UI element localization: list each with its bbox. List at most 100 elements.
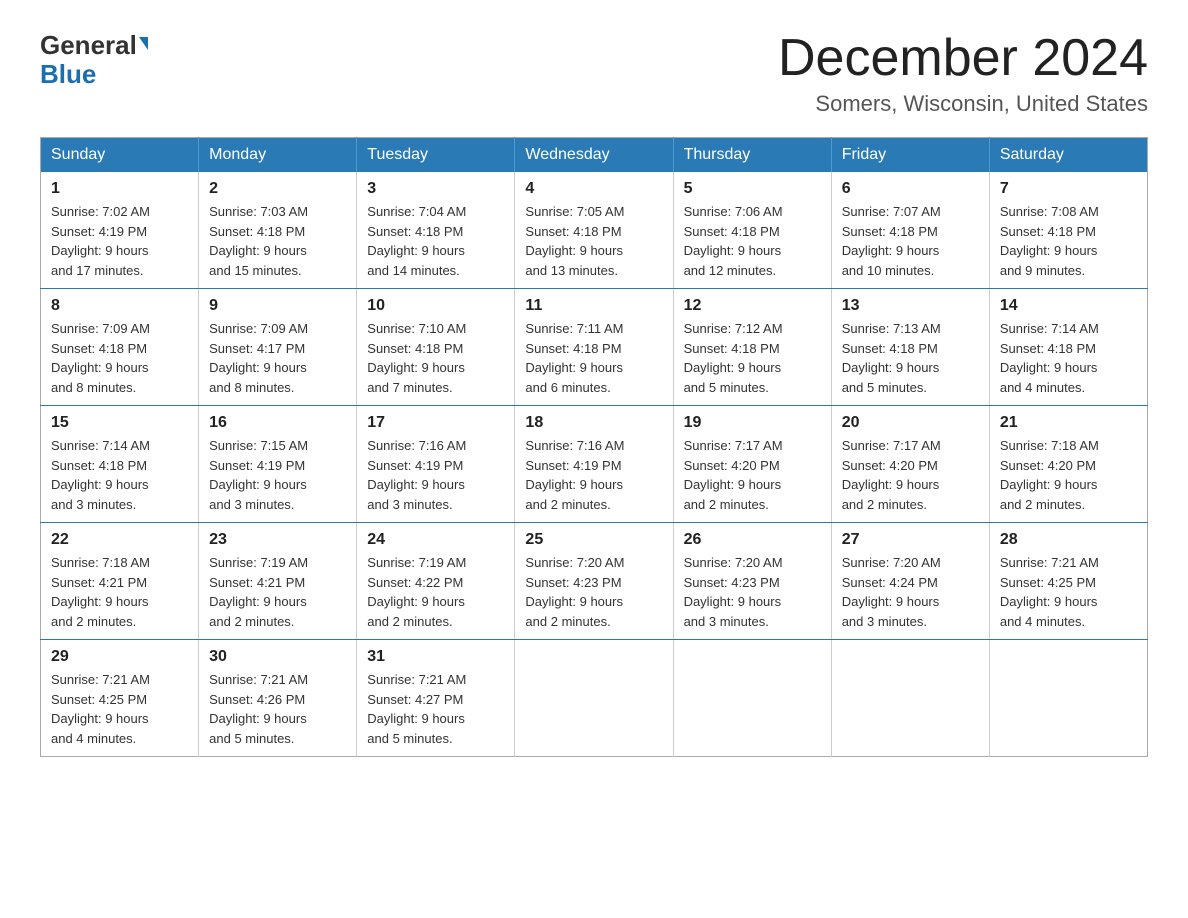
day-number: 25 (525, 531, 662, 549)
day-number: 20 (842, 414, 979, 432)
day-number: 23 (209, 531, 346, 549)
weekday-header-row: SundayMondayTuesdayWednesdayThursdayFrid… (41, 138, 1148, 173)
logo-triangle-icon (139, 37, 148, 50)
day-info: Sunrise: 7:21 AMSunset: 4:25 PMDaylight:… (51, 670, 188, 748)
calendar-cell: 28Sunrise: 7:21 AMSunset: 4:25 PMDayligh… (989, 523, 1147, 640)
day-number: 29 (51, 648, 188, 666)
day-number: 9 (209, 297, 346, 315)
day-number: 8 (51, 297, 188, 315)
weekday-header-tuesday: Tuesday (357, 138, 515, 173)
day-info: Sunrise: 7:08 AMSunset: 4:18 PMDaylight:… (1000, 202, 1137, 280)
day-info: Sunrise: 7:03 AMSunset: 4:18 PMDaylight:… (209, 202, 346, 280)
calendar-cell: 17Sunrise: 7:16 AMSunset: 4:19 PMDayligh… (357, 406, 515, 523)
weekday-header-sunday: Sunday (41, 138, 199, 173)
weekday-header-wednesday: Wednesday (515, 138, 673, 173)
day-info: Sunrise: 7:18 AMSunset: 4:20 PMDaylight:… (1000, 436, 1137, 514)
calendar-week-row: 1 Sunrise: 7:02 AMSunset: 4:19 PMDaylight… (41, 172, 1148, 289)
calendar-cell: 18Sunrise: 7:16 AMSunset: 4:19 PMDayligh… (515, 406, 673, 523)
day-number: 7 (1000, 180, 1137, 198)
calendar-cell: 14Sunrise: 7:14 AMSunset: 4:18 PMDayligh… (989, 289, 1147, 406)
day-number: 13 (842, 297, 979, 315)
logo-general-text: General (40, 30, 137, 61)
day-info: Sunrise: 7:15 AMSunset: 4:19 PMDaylight:… (209, 436, 346, 514)
calendar-cell: 10Sunrise: 7:10 AMSunset: 4:18 PMDayligh… (357, 289, 515, 406)
calendar-cell: 22 Sunrise: 7:18 AMSunset: 4:21 PMDayligh… (41, 523, 199, 640)
day-number: 16 (209, 414, 346, 432)
day-info: Sunrise: 7:02 AMSunset: 4:19 PMDaylight:… (51, 202, 188, 280)
calendar-cell: 7 Sunrise: 7:08 AMSunset: 4:18 PMDaylight… (989, 172, 1147, 289)
day-info: Sunrise: 7:20 AMSunset: 4:23 PMDaylight:… (525, 553, 662, 631)
day-number: 21 (1000, 414, 1137, 432)
day-info: Sunrise: 7:17 AMSunset: 4:20 PMDaylight:… (684, 436, 821, 514)
calendar-cell: 26 Sunrise: 7:20 AMSunset: 4:23 PMDayligh… (673, 523, 831, 640)
day-number: 3 (367, 180, 504, 198)
calendar-cell: 27 Sunrise: 7:20 AMSunset: 4:24 PMDayligh… (831, 523, 989, 640)
calendar-cell: 31Sunrise: 7:21 AMSunset: 4:27 PMDayligh… (357, 640, 515, 757)
day-info: Sunrise: 7:20 AMSunset: 4:23 PMDaylight:… (684, 553, 821, 631)
calendar-cell: 3Sunrise: 7:04 AMSunset: 4:18 PMDaylight… (357, 172, 515, 289)
month-year-title: December 2024 (778, 30, 1148, 87)
logo-blue-text: Blue (40, 59, 96, 90)
calendar-cell: 20 Sunrise: 7:17 AMSunset: 4:20 PMDayligh… (831, 406, 989, 523)
calendar-cell (673, 640, 831, 757)
day-info: Sunrise: 7:18 AMSunset: 4:21 PMDaylight:… (51, 553, 188, 631)
calendar-cell: 1 Sunrise: 7:02 AMSunset: 4:19 PMDaylight… (41, 172, 199, 289)
calendar-cell (831, 640, 989, 757)
calendar-cell: 24 Sunrise: 7:19 AMSunset: 4:22 PMDayligh… (357, 523, 515, 640)
weekday-header-friday: Friday (831, 138, 989, 173)
day-info: Sunrise: 7:14 AMSunset: 4:18 PMDaylight:… (51, 436, 188, 514)
calendar-cell: 12 Sunrise: 7:12 AMSunset: 4:18 PMDayligh… (673, 289, 831, 406)
day-info: Sunrise: 7:19 AMSunset: 4:22 PMDaylight:… (367, 553, 504, 631)
weekday-header-thursday: Thursday (673, 138, 831, 173)
day-info: Sunrise: 7:17 AMSunset: 4:20 PMDaylight:… (842, 436, 979, 514)
day-info: Sunrise: 7:20 AMSunset: 4:24 PMDaylight:… (842, 553, 979, 631)
day-info: Sunrise: 7:21 AMSunset: 4:26 PMDaylight:… (209, 670, 346, 748)
title-block: December 2024 Somers, Wisconsin, United … (778, 30, 1148, 117)
calendar-cell: 5Sunrise: 7:06 AMSunset: 4:18 PMDaylight… (673, 172, 831, 289)
calendar-cell: 19 Sunrise: 7:17 AMSunset: 4:20 PMDayligh… (673, 406, 831, 523)
weekday-header-saturday: Saturday (989, 138, 1147, 173)
calendar-cell: 15 Sunrise: 7:14 AMSunset: 4:18 PMDayligh… (41, 406, 199, 523)
day-number: 10 (367, 297, 504, 315)
calendar-cell: 6Sunrise: 7:07 AMSunset: 4:18 PMDaylight… (831, 172, 989, 289)
day-number: 15 (51, 414, 188, 432)
day-info: Sunrise: 7:19 AMSunset: 4:21 PMDaylight:… (209, 553, 346, 631)
calendar-cell: 13 Sunrise: 7:13 AMSunset: 4:18 PMDayligh… (831, 289, 989, 406)
calendar-cell: 29 Sunrise: 7:21 AMSunset: 4:25 PMDayligh… (41, 640, 199, 757)
calendar-cell: 21 Sunrise: 7:18 AMSunset: 4:20 PMDayligh… (989, 406, 1147, 523)
location-subtitle: Somers, Wisconsin, United States (778, 91, 1148, 117)
calendar-cell: 4Sunrise: 7:05 AMSunset: 4:18 PMDaylight… (515, 172, 673, 289)
day-number: 2 (209, 180, 346, 198)
calendar-cell: 2 Sunrise: 7:03 AMSunset: 4:18 PMDaylight… (199, 172, 357, 289)
calendar-cell: 23 Sunrise: 7:19 AMSunset: 4:21 PMDayligh… (199, 523, 357, 640)
calendar-cell: 8 Sunrise: 7:09 AMSunset: 4:18 PMDaylight… (41, 289, 199, 406)
day-info: Sunrise: 7:09 AMSunset: 4:18 PMDaylight:… (51, 319, 188, 397)
calendar-table: SundayMondayTuesdayWednesdayThursdayFrid… (40, 137, 1148, 757)
day-number: 1 (51, 180, 188, 198)
day-info: Sunrise: 7:12 AMSunset: 4:18 PMDaylight:… (684, 319, 821, 397)
day-number: 19 (684, 414, 821, 432)
day-info: Sunrise: 7:16 AMSunset: 4:19 PMDaylight:… (525, 436, 662, 514)
calendar-cell (515, 640, 673, 757)
day-number: 14 (1000, 297, 1137, 315)
day-number: 4 (525, 180, 662, 198)
calendar-cell: 11Sunrise: 7:11 AMSunset: 4:18 PMDayligh… (515, 289, 673, 406)
weekday-header-monday: Monday (199, 138, 357, 173)
calendar-cell: 30 Sunrise: 7:21 AMSunset: 4:26 PMDayligh… (199, 640, 357, 757)
day-info: Sunrise: 7:09 AMSunset: 4:17 PMDaylight:… (209, 319, 346, 397)
day-info: Sunrise: 7:06 AMSunset: 4:18 PMDaylight:… (684, 202, 821, 280)
day-number: 22 (51, 531, 188, 549)
day-info: Sunrise: 7:07 AMSunset: 4:18 PMDaylight:… (842, 202, 979, 280)
day-info: Sunrise: 7:21 AMSunset: 4:27 PMDaylight:… (367, 670, 504, 748)
day-number: 26 (684, 531, 821, 549)
day-number: 27 (842, 531, 979, 549)
day-number: 30 (209, 648, 346, 666)
day-number: 28 (1000, 531, 1137, 549)
calendar-week-row: 15 Sunrise: 7:14 AMSunset: 4:18 PMDayligh… (41, 406, 1148, 523)
calendar-cell: 16 Sunrise: 7:15 AMSunset: 4:19 PMDayligh… (199, 406, 357, 523)
day-number: 11 (525, 297, 662, 315)
day-info: Sunrise: 7:13 AMSunset: 4:18 PMDaylight:… (842, 319, 979, 397)
day-number: 24 (367, 531, 504, 549)
day-number: 12 (684, 297, 821, 315)
calendar-week-row: 8 Sunrise: 7:09 AMSunset: 4:18 PMDaylight… (41, 289, 1148, 406)
